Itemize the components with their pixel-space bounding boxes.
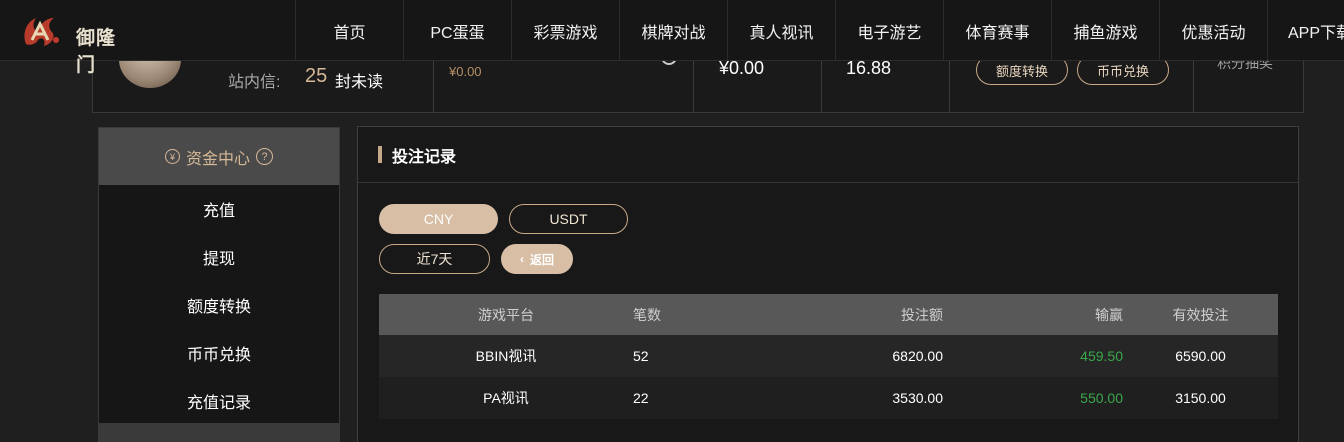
points-balance: 16.88 <box>846 58 892 78</box>
page-title: 投注记录 <box>392 148 457 166</box>
date-range-select[interactable]: 近7天 <box>379 244 490 274</box>
back-button[interactable]: ‹ 返回 <box>501 244 573 274</box>
divider <box>433 61 434 112</box>
nav-fishing[interactable]: 捕鱼游戏 <box>1051 0 1159 61</box>
table-row: PA视讯 22 3530.00 550.00 3150.00 <box>379 377 1278 419</box>
cell-platform: BBIN视讯 <box>475 348 537 364</box>
nav-chess[interactable]: 棋牌对战 <box>619 0 727 61</box>
cell-count: 52 <box>633 348 649 364</box>
cash-balance: ¥0.00 <box>719 58 765 78</box>
sidebar-header[interactable]: ¥ 资金中心 ? <box>99 128 339 185</box>
nav-pc-dandan[interactable]: PC蛋蛋 <box>403 0 511 61</box>
main-nav: 首页 PC蛋蛋 彩票游戏 棋牌对战 真人视讯 电子游艺 体育赛事 捕鱼游戏 优惠… <box>295 0 1344 61</box>
col-count: 笔数 <box>633 306 661 323</box>
message-label: 站内信: <box>228 74 281 91</box>
betting-records-panel: 投注记录 CNY USDT 近7天 ‹ 返回 游戏平台 笔数 投注额 输赢 有效… <box>357 126 1299 442</box>
message-count[interactable]: 25 <box>305 65 327 88</box>
nav-live-video[interactable]: 真人视讯 <box>727 0 835 61</box>
sidebar-item-transfer[interactable]: 额度转换 <box>99 281 339 329</box>
logo[interactable]: 御隆门 <box>18 10 128 76</box>
back-label: 返回 <box>529 252 554 267</box>
help-icon[interactable]: ? <box>256 148 273 165</box>
message-unread-label: 封未读 <box>335 74 384 91</box>
col-valid-bet: 有效投注 <box>1172 306 1229 323</box>
table-row: BBIN视讯 52 6820.00 459.50 6590.00 <box>379 335 1278 377</box>
col-bet-amount: 投注额 <box>901 306 943 323</box>
nav-promotions[interactable]: 优惠活动 <box>1159 0 1267 61</box>
brand-name: 御隆门 <box>76 28 117 76</box>
divider <box>693 61 694 112</box>
cell-bet-amount: 3530.00 <box>892 390 943 406</box>
nav-lottery[interactable]: 彩票游戏 <box>511 0 619 61</box>
cell-win-loss: 550.00 <box>1080 390 1123 406</box>
cell-win-loss: 459.50 <box>1080 348 1123 364</box>
cell-valid-bet: 6590.00 <box>1175 348 1226 364</box>
divider <box>949 61 950 112</box>
wallet-balance: ¥0.00 <box>449 64 482 79</box>
sidebar-item-deposit[interactable]: 充值 <box>99 185 339 233</box>
cell-platform: PA视讯 <box>483 390 529 406</box>
nav-app-download[interactable]: APP下载 <box>1267 0 1344 61</box>
nav-sports[interactable]: 体育赛事 <box>943 0 1051 61</box>
sidebar-next-item[interactable] <box>99 423 339 441</box>
tab-cny[interactable]: CNY <box>379 204 498 234</box>
tab-usdt[interactable]: USDT <box>509 204 628 234</box>
cell-bet-amount: 6820.00 <box>892 348 943 364</box>
sidebar-item-coin-exchange[interactable]: 币币兑换 <box>99 329 339 377</box>
table-header: 游戏平台 笔数 投注额 输赢 有效投注 <box>379 294 1278 335</box>
dragon-logo-icon <box>24 18 59 46</box>
records-table: 游戏平台 笔数 投注额 输赢 有效投注 BBIN视讯 52 6820.00 45… <box>379 294 1278 419</box>
fund-center-sidebar: ¥ 资金中心 ? 充值 提现 额度转换 币币兑换 充值记录 <box>98 127 340 442</box>
sidebar-item-withdraw[interactable]: 提现 <box>99 233 339 281</box>
nav-home[interactable]: 首页 <box>295 0 403 61</box>
coin-icon: ¥ <box>164 149 180 164</box>
chevron-left-icon: ‹ <box>519 252 524 266</box>
col-platform: 游戏平台 <box>478 306 534 323</box>
cell-valid-bet: 3150.00 <box>1175 390 1226 406</box>
sidebar-item-deposit-records[interactable]: 充值记录 <box>99 377 339 425</box>
divider <box>821 61 822 112</box>
title-accent-bar <box>378 146 382 163</box>
top-navigation: 御隆门 首页 PC蛋蛋 彩票游戏 棋牌对战 真人视讯 电子游艺 体育赛事 捕鱼游… <box>0 0 1344 76</box>
cell-count: 22 <box>633 390 649 406</box>
panel-header: 投注记录 <box>358 127 1298 183</box>
col-win-loss: 输赢 <box>1095 306 1123 323</box>
divider <box>1193 61 1194 112</box>
sidebar-title: 资金中心 <box>185 150 250 168</box>
user-info-bar: 站内信: 25 封未读 ¥0.00 ¥0.00 16.88 额度转换 币币兑换 … <box>92 31 1304 113</box>
nav-e-games[interactable]: 电子游艺 <box>835 0 943 61</box>
